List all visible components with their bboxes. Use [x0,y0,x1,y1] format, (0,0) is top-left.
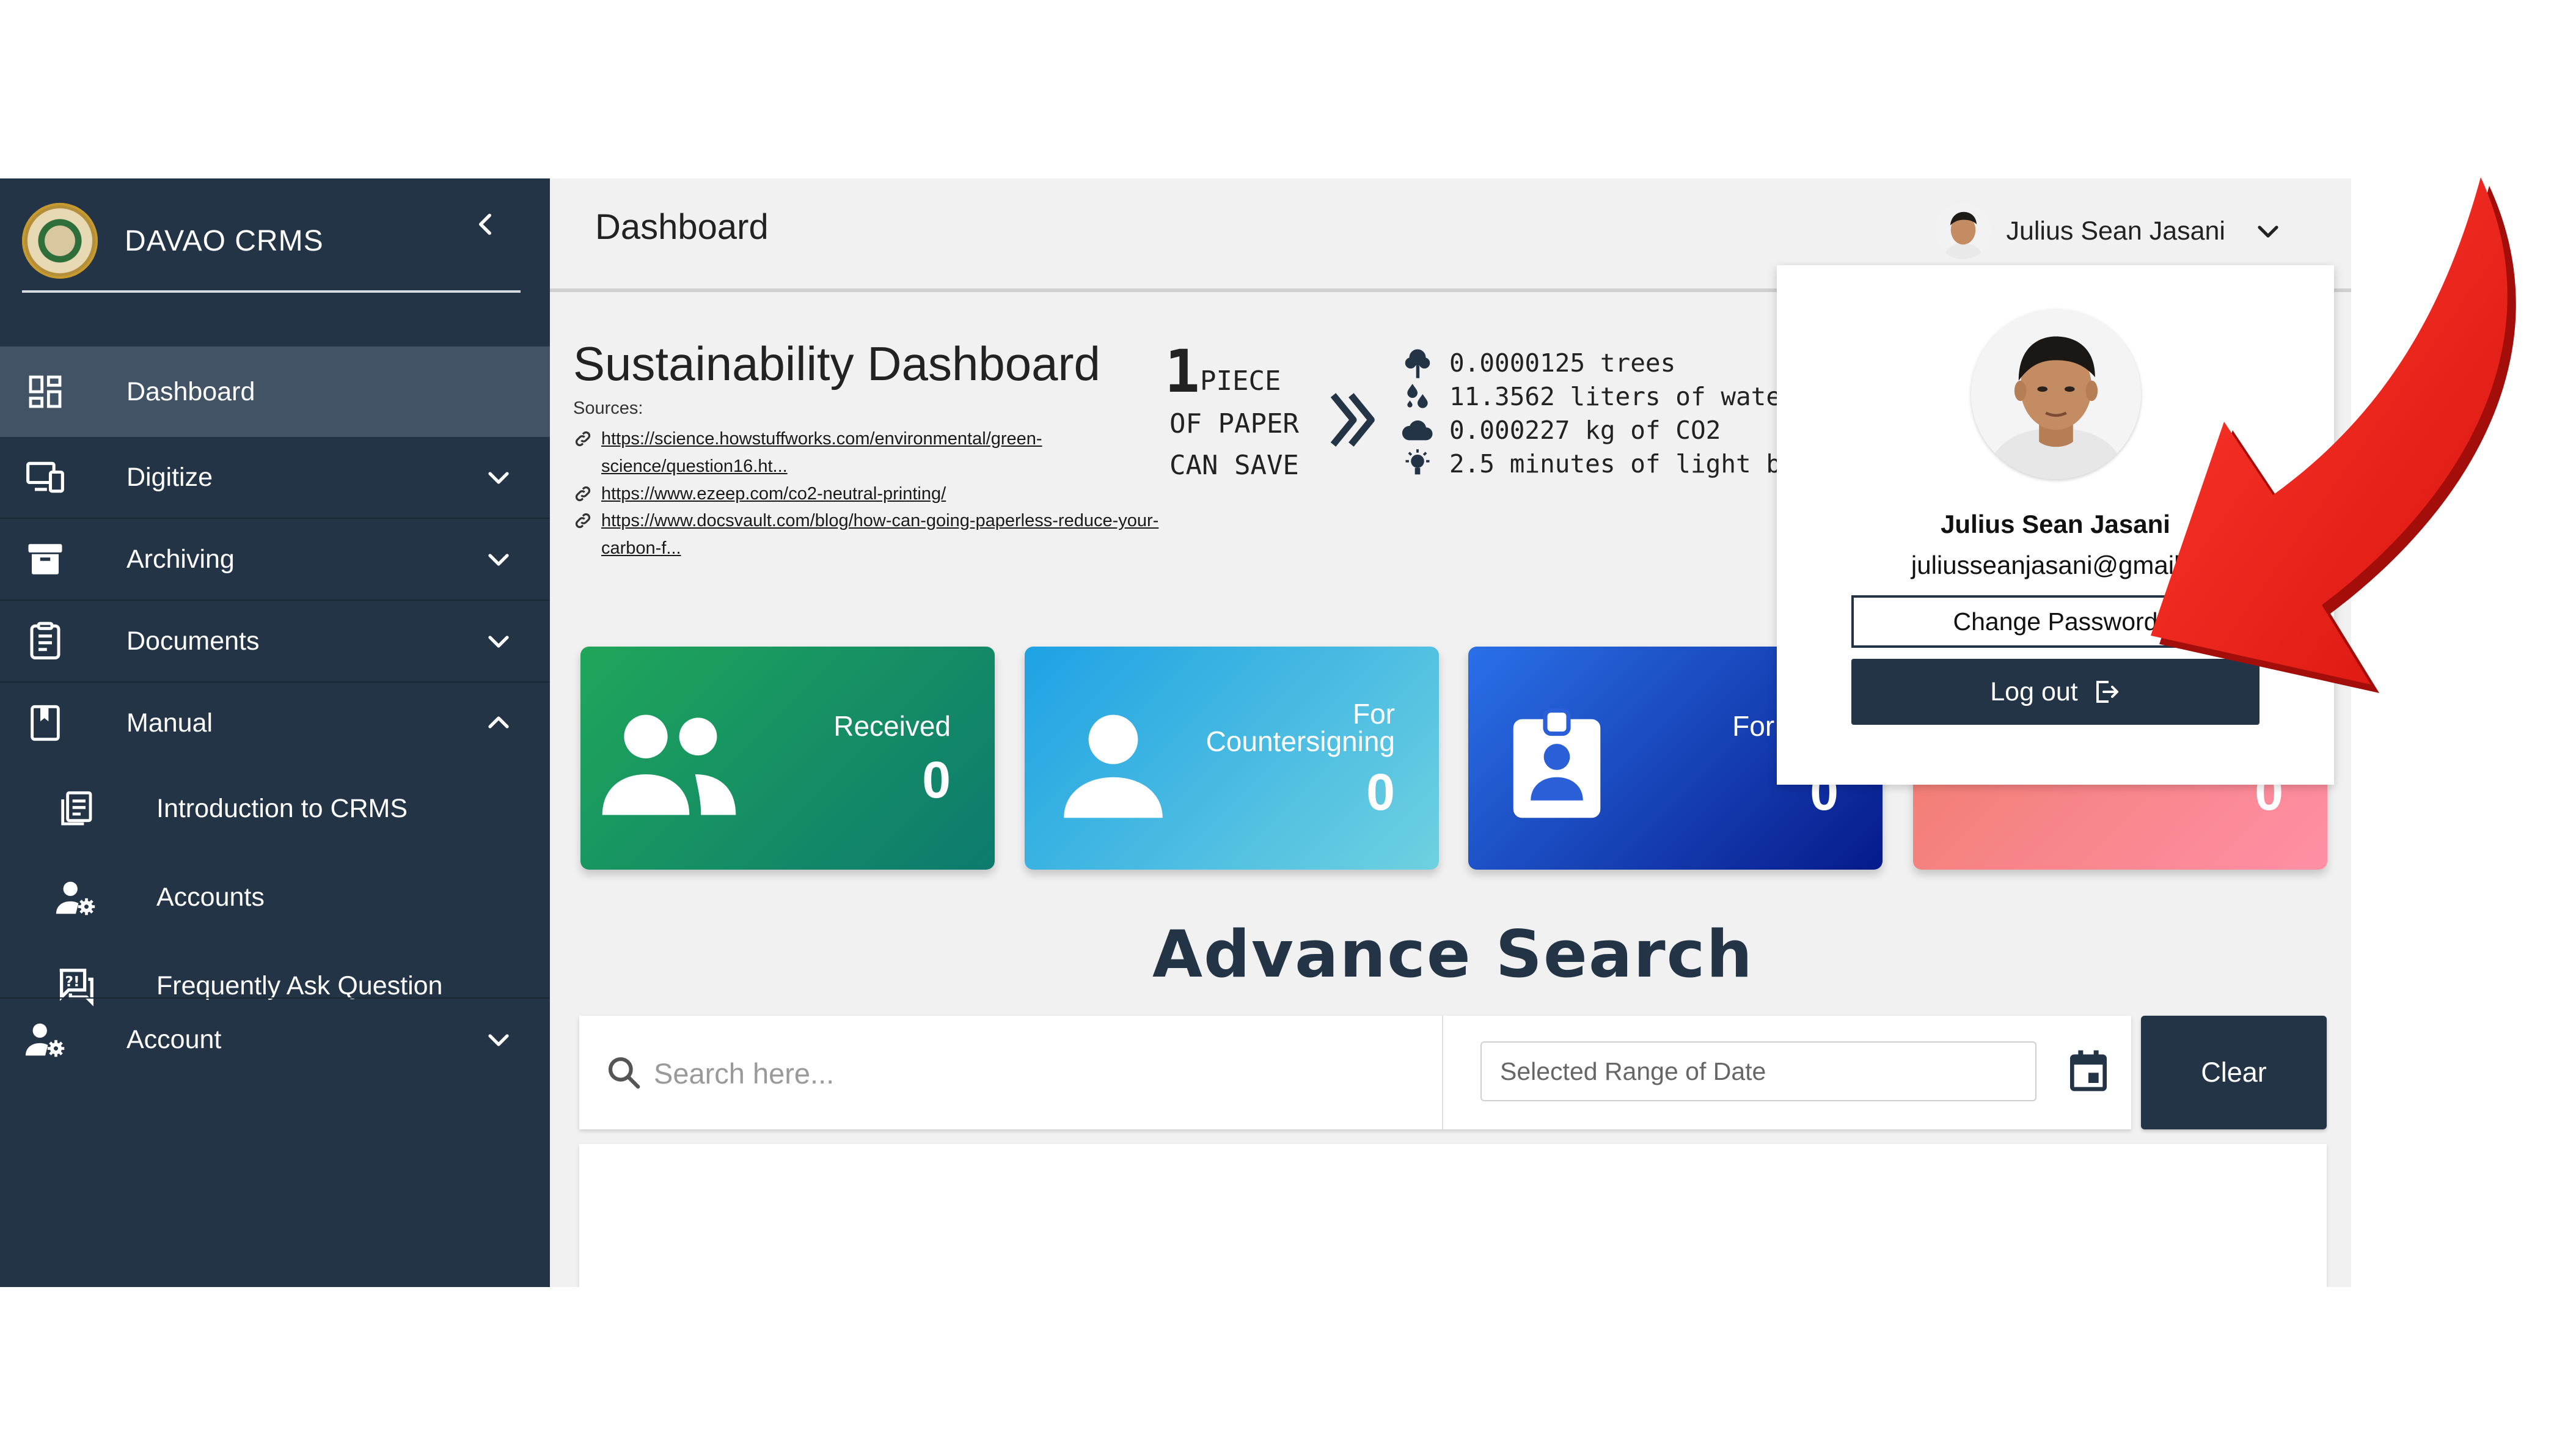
chevron-left-icon[interactable] [470,209,501,240]
source-link[interactable]: https://www.docsvault.com/blog/how-can-g… [601,507,1160,562]
source-link[interactable]: https://science.howstuffworks.com/enviro… [601,425,1160,480]
source-link[interactable]: https://www.ezeep.com/co2-neutral-printi… [601,480,1160,508]
chevron-down-icon[interactable] [484,545,513,574]
calendar-icon[interactable] [2064,1046,2113,1095]
sidebar-item-label: Manual [126,708,213,738]
app-window: DAVAO CRMS Dashboard Digitize Archiving [0,178,2351,1287]
received-card[interactable]: Received 0 [580,647,995,870]
water-drops-icon [1399,380,1436,413]
sidebar: DAVAO CRMS Dashboard Digitize Archiving [0,178,550,1287]
link-icon [575,431,591,447]
logout-icon [2096,681,2118,703]
search-icon [608,1057,640,1089]
user-icon [1064,714,1163,818]
red-arrow-annotation-icon [2151,177,2516,693]
divider [1442,1016,1443,1129]
light-bulb-icon [1399,447,1436,480]
piece-line: OF PAPER [1169,408,1299,439]
clear-button[interactable]: Clear [2141,1016,2327,1129]
user-gear-icon [23,1018,67,1062]
archive-box-icon [23,537,67,581]
sidebar-item-archiving[interactable]: Archiving [0,519,550,600]
date-range-input[interactable] [1480,1041,2036,1101]
sidebar-item-label: Digitize [126,462,213,492]
link-icon [575,486,591,502]
stat-trees: 0.0000125 trees [1399,347,1675,380]
source-link-item: https://www.docsvault.com/blog/how-can-g… [573,507,1160,562]
chevron-up-icon[interactable] [484,708,513,738]
piece-line: PIECE [1200,365,1281,397]
clipboard-list-icon [23,619,67,663]
source-link-item: https://science.howstuffworks.com/enviro… [573,425,1160,480]
card-label-line: For [1353,698,1395,730]
double-chevron-right-icon [1330,393,1375,447]
sidebar-subitem-introduction[interactable]: Introduction to CRMS [0,765,550,853]
sidebar-item-manual[interactable]: Manual [0,683,550,763]
sidebar-item-account[interactable]: Account [0,999,550,1080]
sustainability-title: Sustainability Dashboard [573,337,1100,391]
sidebar-item-label: Documents [126,626,260,656]
brand-name: DAVAO CRMS [125,224,324,257]
brand-divider [22,290,521,293]
search-results-panel [579,1144,2327,1287]
source-link-item: https://www.ezeep.com/co2-neutral-printi… [573,480,1160,508]
link-icon [575,513,591,529]
avatar [1935,203,1992,259]
brand: DAVAO CRMS [22,192,523,290]
piece-number: 1 [1165,337,1200,406]
user-gear-icon [54,876,98,920]
advance-search-title: Advance Search [1152,917,1754,992]
stat-text: 11.3562 liters of water [1449,382,1796,411]
id-badge-icon [1513,708,1601,818]
stat-lightbulbs: 2.5 minutes of light bulbs [1399,447,1842,480]
sidebar-item-dashboard[interactable]: Dashboard [0,347,550,437]
city-seal-logo [22,203,98,279]
book-bookmark-icon [23,701,67,745]
sidebar-item-documents[interactable]: Documents [0,601,550,681]
piece-line: CAN SAVE [1169,450,1299,481]
profile-avatar [1971,309,2141,479]
sidebar-subitem-label: Accounts [156,882,265,912]
sidebar-subitem-label: Introduction to CRMS [156,794,408,823]
cloud-co2-icon [1399,414,1436,447]
devices-icon [23,455,67,499]
search-input[interactable] [653,1045,1388,1101]
stat-text: 0.0000125 trees [1449,348,1676,378]
card-label: Received [833,710,951,742]
tree-icon [1399,347,1436,380]
chevron-down-icon[interactable] [484,626,513,656]
card-value: 0 [1366,763,1395,821]
chevron-down-icon[interactable] [484,1025,513,1054]
page-title: Dashboard [595,207,769,247]
for-countersigning-card[interactable]: For Countersigning 0 [1025,647,1439,870]
dashboard-grid-icon [23,370,67,414]
sidebar-item-digitize[interactable]: Digitize [0,437,550,518]
stat-water: 11.3562 liters of water [1399,380,1796,413]
sidebar-item-label: Account [126,1024,222,1054]
sidebar-item-label: Archiving [126,544,235,574]
logout-label: Log out [1990,677,2078,706]
stat-co2: 0.000227 kg of CO2 [1399,414,1721,447]
stat-text: 0.000227 kg of CO2 [1449,416,1721,445]
document-stack-icon [54,787,98,831]
sources-label: Sources: [573,398,643,418]
search-bar [579,1016,2131,1129]
divider [0,997,550,999]
card-value: 0 [922,751,951,809]
chevron-down-icon[interactable] [484,463,513,492]
users-group-icon [602,714,736,815]
card-label-line: Countersigning [1206,725,1395,757]
sidebar-item-label: Dashboard [126,376,255,406]
